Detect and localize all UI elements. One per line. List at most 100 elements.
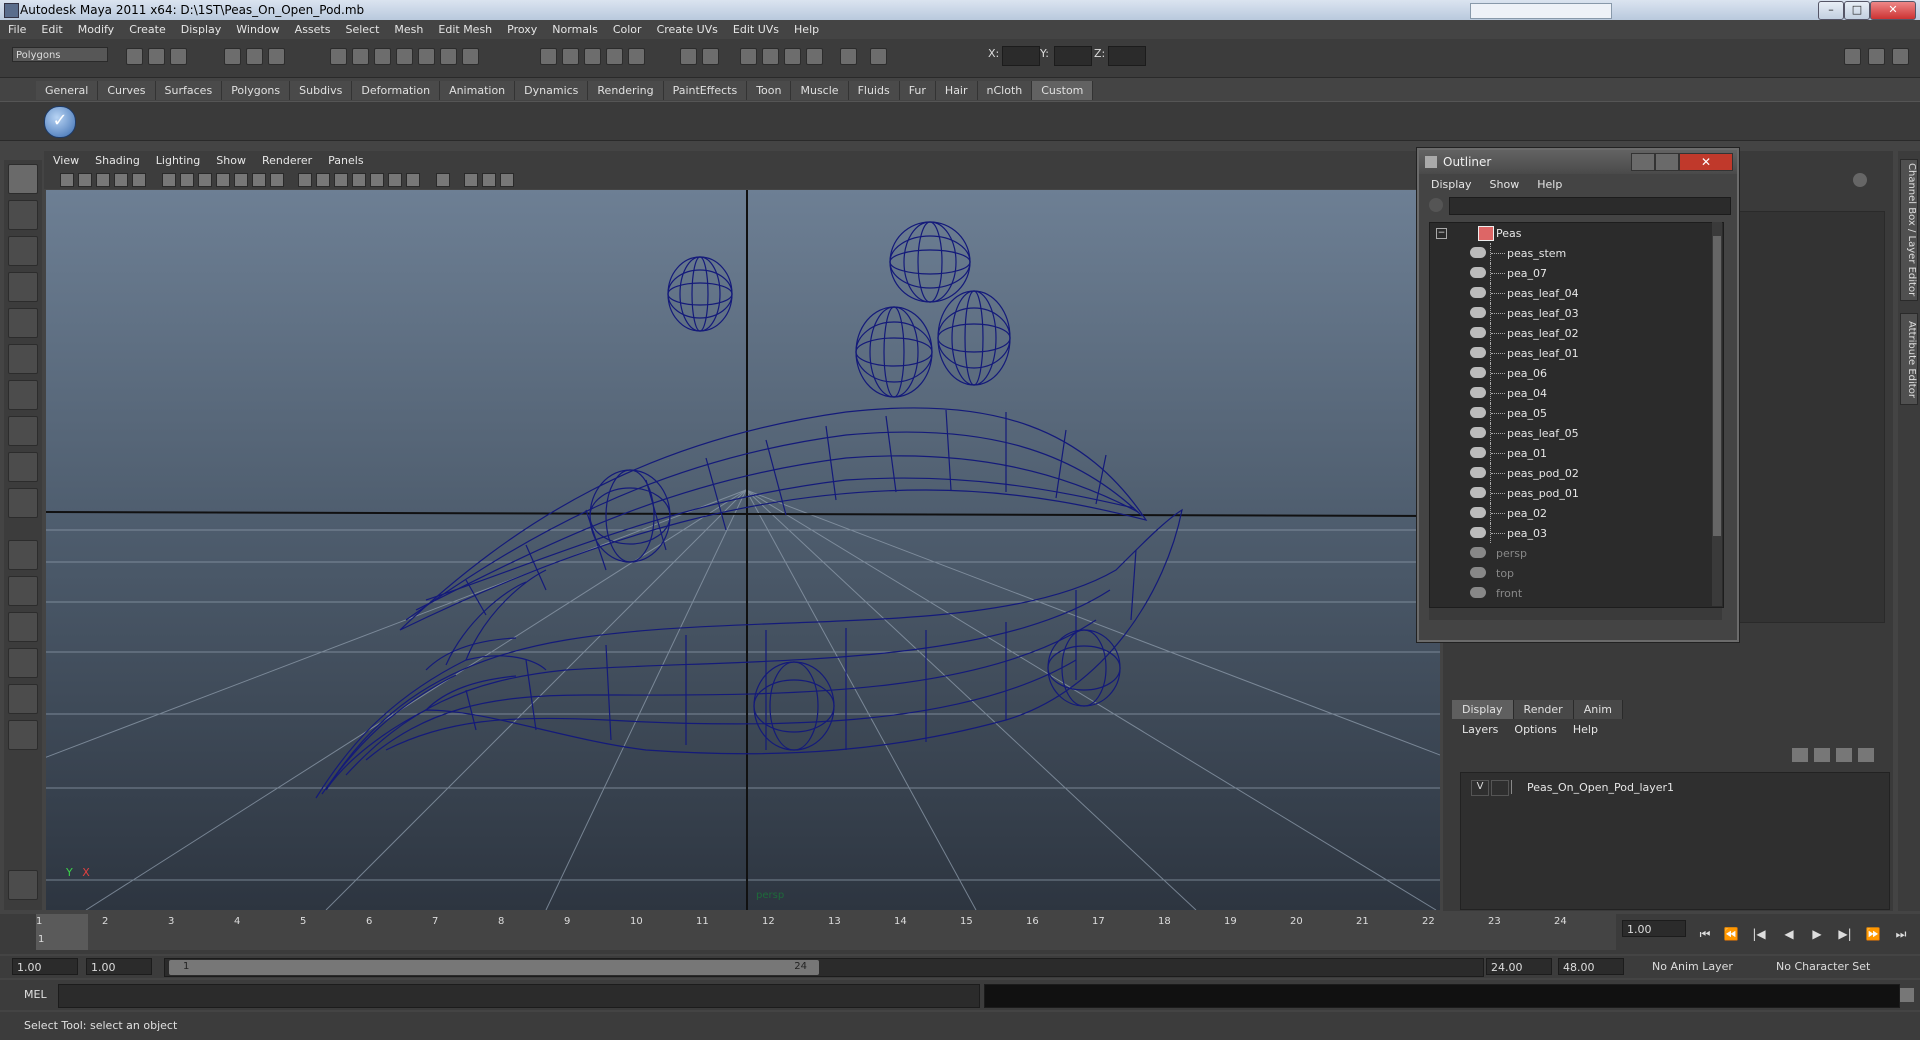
panel-menu-panels[interactable]: Panels: [319, 151, 370, 167]
shelf-tab-fur[interactable]: Fur: [899, 81, 936, 100]
step-back-frame-icon[interactable]: ⏪: [1722, 926, 1740, 942]
outliner-scroll-thumb[interactable]: [1713, 236, 1721, 536]
layer-type-toggle[interactable]: [1491, 780, 1509, 796]
panel-menu-view[interactable]: View: [44, 151, 86, 167]
outliner-filter-icon[interactable]: [1429, 198, 1443, 212]
side-tab-attribute-editor[interactable]: Attribute Editor: [1900, 313, 1918, 405]
shelf-tab-custom[interactable]: Custom: [1032, 81, 1094, 100]
command-input[interactable]: [58, 984, 980, 1008]
persp-graph-layout-icon[interactable]: [8, 648, 38, 678]
camera-icon[interactable]: [740, 48, 757, 65]
outliner-item[interactable]: peas_pod_01: [1430, 483, 1710, 503]
outliner-item[interactable]: peas_leaf_01: [1430, 343, 1710, 363]
shelf-tab-animation[interactable]: Animation: [440, 81, 516, 100]
smooth-shade-icon[interactable]: [316, 173, 330, 187]
toggle-panel-icon[interactable]: [1844, 48, 1861, 65]
outliner-item[interactable]: peas_leaf_05: [1430, 423, 1710, 443]
menu-edit[interactable]: Edit: [33, 20, 69, 36]
step-forward-key-icon[interactable]: ▶|: [1836, 926, 1854, 942]
outliner-camera-item[interactable]: persp: [1430, 543, 1710, 563]
menu-help[interactable]: Help: [786, 20, 826, 36]
outliner-menu-show[interactable]: Show: [1478, 176, 1526, 191]
shelf-tab-rendering[interactable]: Rendering: [588, 81, 664, 100]
outliner-maximize-button[interactable]: [1655, 153, 1679, 171]
character-set-dropdown[interactable]: No Character Set: [1772, 958, 1882, 975]
collapse-icon[interactable]: −: [1436, 228, 1447, 239]
render-view-icon[interactable]: [628, 48, 645, 65]
play-backwards-icon[interactable]: ◀: [1780, 926, 1798, 942]
layer-row[interactable]: V Peas_On_Open_Pod_layer1: [1467, 778, 1877, 796]
persp-outliner-layout-icon[interactable]: [8, 612, 38, 642]
range-slider[interactable]: 1 24: [164, 958, 1484, 977]
outliner-menu-display[interactable]: Display: [1419, 176, 1478, 191]
input-line-icon[interactable]: [680, 48, 697, 65]
shelf-tab-muscle[interactable]: Muscle: [791, 81, 849, 100]
shelf-tab-dynamics[interactable]: Dynamics: [515, 81, 589, 100]
render-settings-icon[interactable]: [584, 48, 601, 65]
outliner-item[interactable]: pea_03: [1430, 523, 1710, 543]
snap-point-icon[interactable]: [374, 48, 391, 65]
shelf-tab-hair[interactable]: Hair: [935, 81, 978, 100]
menu-create[interactable]: Create: [121, 20, 173, 36]
xray-joints-icon[interactable]: [482, 173, 496, 187]
minimize-button[interactable]: –: [1818, 1, 1844, 20]
image-plane-icon[interactable]: [114, 173, 128, 187]
outliner-item[interactable]: peas_stem: [1430, 243, 1710, 263]
outliner-item[interactable]: peas_pod_02: [1430, 463, 1710, 483]
film-gate-icon[interactable]: [180, 173, 194, 187]
hypershade-icon[interactable]: [606, 48, 623, 65]
last-tool-icon[interactable]: [8, 488, 38, 518]
render-current-frame-icon[interactable]: [540, 48, 557, 65]
outliner-horizontal-scrollbar[interactable]: [1429, 608, 1722, 620]
isolate-select-icon[interactable]: [436, 173, 450, 187]
menu-file[interactable]: File: [0, 20, 33, 36]
outliner-item-peas[interactable]: − Peas: [1430, 223, 1710, 243]
custom-check-shelf-icon[interactable]: ✓: [44, 106, 76, 138]
attribute-editor-toggle-icon[interactable]: [1892, 48, 1909, 65]
script-editor-icon[interactable]: [1900, 988, 1914, 1002]
anim-layer-dropdown[interactable]: No Anim Layer: [1648, 958, 1758, 975]
range-slider-handle[interactable]: 1 24: [169, 960, 819, 975]
grid-icon[interactable]: [162, 173, 176, 187]
wireframe-on-shaded-icon[interactable]: [334, 173, 348, 187]
menu-color[interactable]: Color: [605, 20, 649, 36]
outliner-item[interactable]: pea_04: [1430, 383, 1710, 403]
safe-action-icon[interactable]: [252, 173, 266, 187]
menu-modify[interactable]: Modify: [70, 20, 121, 36]
outliner-filter-input[interactable]: [1449, 197, 1731, 215]
panel-menu-renderer[interactable]: Renderer: [253, 151, 319, 167]
gate-mask-icon[interactable]: [216, 173, 230, 187]
xray-icon[interactable]: [806, 48, 823, 65]
select-tool-icon[interactable]: [8, 164, 38, 194]
outliner-item[interactable]: pea_05: [1430, 403, 1710, 423]
select-camera-icon[interactable]: [60, 173, 74, 187]
end-time-field[interactable]: 48.00: [1558, 958, 1624, 975]
menu-set-dropdown[interactable]: Polygons: [12, 47, 108, 62]
outliner-item[interactable]: peas_leaf_03: [1430, 303, 1710, 323]
single-perspective-layout-icon[interactable]: [8, 540, 38, 570]
four-view-layout-icon[interactable]: [8, 576, 38, 606]
snap-curve-icon[interactable]: [352, 48, 369, 65]
menu-window[interactable]: Window: [228, 20, 286, 36]
snap-surface-icon[interactable]: [418, 48, 435, 65]
layer-menu-options[interactable]: Options: [1504, 719, 1562, 736]
open-scene-icon[interactable]: [148, 48, 165, 65]
select-hierarchy-icon[interactable]: [224, 48, 241, 65]
help-line-icon[interactable]: [462, 48, 479, 65]
start-time-field[interactable]: 1.00: [12, 958, 78, 975]
select-object-icon[interactable]: [246, 48, 263, 65]
shelf-tab-general[interactable]: General: [36, 81, 99, 100]
snap-plane-icon[interactable]: [396, 48, 413, 65]
menu-assets[interactable]: Assets: [287, 20, 338, 36]
two-d-pan-zoom-icon[interactable]: [132, 173, 146, 187]
field-chart-icon[interactable]: [234, 173, 248, 187]
step-back-key-icon[interactable]: |◀: [1750, 926, 1768, 942]
go-to-end-icon[interactable]: ⏭: [1892, 926, 1910, 942]
shelf-tab-polygons[interactable]: Polygons: [222, 81, 291, 100]
menu-mesh[interactable]: Mesh: [386, 20, 430, 36]
layer-tab-anim[interactable]: Anim: [1573, 700, 1623, 719]
outliner-item[interactable]: peas_leaf_02: [1430, 323, 1710, 343]
channel-box-options-icon[interactable]: [1853, 173, 1867, 187]
menu-proxy[interactable]: Proxy: [499, 20, 544, 36]
x-field[interactable]: [1002, 46, 1040, 66]
